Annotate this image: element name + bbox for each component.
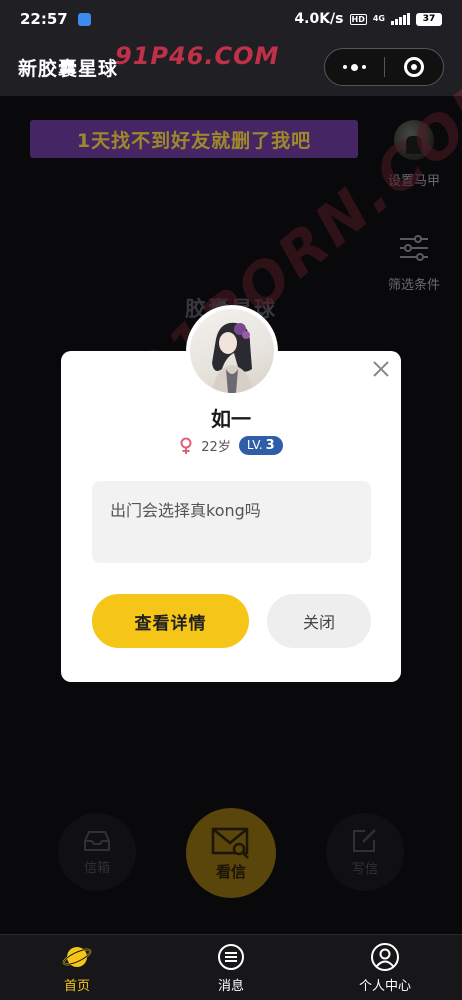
- level-prefix: LV.: [246, 438, 263, 452]
- level-badge: LV. 3: [238, 436, 283, 455]
- profile-icon: [371, 942, 399, 971]
- tab-messages[interactable]: 消息: [154, 935, 308, 1000]
- tab-bar: 首页 消息 个人中心: [0, 934, 462, 1000]
- user-meta: 22岁 LV. 3: [61, 436, 401, 455]
- mini-program-capsule: [324, 48, 444, 86]
- view-detail-button[interactable]: 查看详情: [92, 594, 249, 648]
- status-indicators: 4.0K/s HD 4G 37: [294, 11, 442, 27]
- avatar-portrait-icon: [212, 322, 254, 393]
- battery-icon: 37: [416, 12, 442, 26]
- close-button[interactable]: 关闭: [267, 594, 371, 648]
- planet-icon: [62, 946, 92, 967]
- avatar-image: [190, 309, 274, 393]
- network-type: 4G: [372, 14, 385, 23]
- tab-messages-label: 消息: [217, 978, 244, 994]
- user-age: 22岁: [201, 440, 231, 455]
- level-value: 3: [265, 438, 275, 453]
- exit-button[interactable]: [385, 49, 444, 85]
- status-bar: 22:57 4.0K/s HD 4G 37: [0, 0, 462, 38]
- tab-profile[interactable]: 个人中心: [308, 935, 462, 1000]
- network-speed: 4.0K/s: [294, 11, 344, 27]
- more-dots-icon: [342, 63, 366, 71]
- more-button[interactable]: [325, 49, 384, 85]
- user-avatar: [186, 305, 278, 397]
- tab-home[interactable]: 首页: [0, 935, 154, 1000]
- app-notification-icon: [77, 12, 91, 26]
- exit-target-icon: [403, 57, 424, 77]
- close-icon[interactable]: [371, 359, 391, 379]
- status-time: 22:57: [20, 10, 68, 28]
- page-title: 新胶囊星球: [18, 57, 119, 80]
- female-icon: [180, 437, 192, 454]
- signal-icon: [391, 13, 410, 25]
- profile-popup: 如一 22岁 LV. 3 出门会选择真kong吗 查看详情 关闭: [61, 305, 401, 682]
- battery-level: 37: [422, 14, 436, 24]
- tab-profile-label: 个人中心: [358, 978, 411, 994]
- message-icon: [218, 943, 244, 970]
- hd-badge: HD: [349, 13, 367, 25]
- message-preview: 出门会选择真kong吗: [92, 481, 371, 563]
- tab-home-label: 首页: [63, 978, 90, 994]
- watermark-top: 91P46.COM: [115, 42, 280, 70]
- user-name: 如一: [211, 407, 251, 431]
